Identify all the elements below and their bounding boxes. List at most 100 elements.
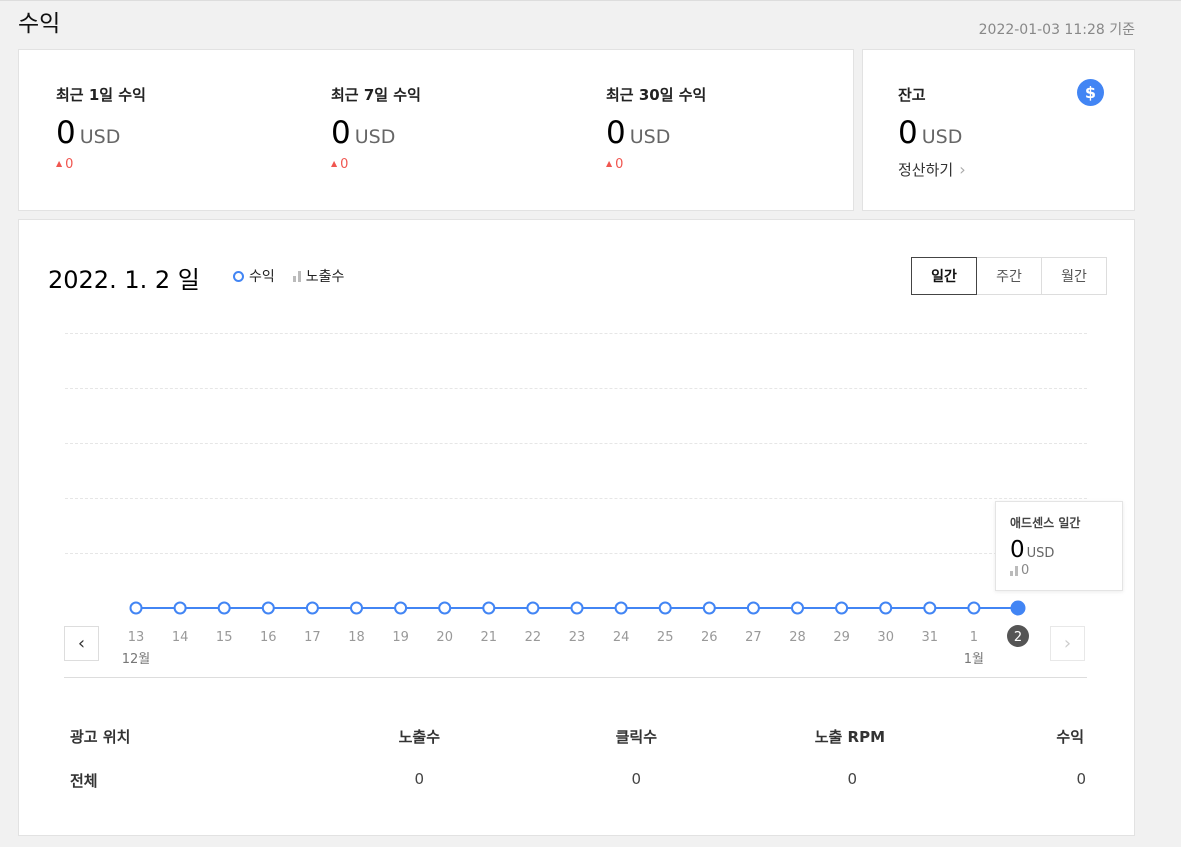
stat-1day: 최근 1일 수익 0 USD ▲ 0 [56, 84, 146, 172]
x-tick-label: 19 [392, 630, 409, 645]
x-tick-label: 23 [569, 630, 586, 645]
col-impressions: 노출수 [398, 728, 440, 746]
data-point[interactable] [261, 601, 275, 615]
data-point[interactable] [791, 601, 804, 615]
data-point[interactable] [570, 601, 584, 615]
col-rpm: 노출 RPM [814, 728, 885, 746]
balance-label: 잔고 [898, 86, 926, 104]
timestamp: 2022-01-03 11:28 기준 [978, 22, 1135, 38]
stat-value: 0 USD [606, 115, 706, 151]
x-tick-label: 15 [216, 630, 233, 645]
revenue-chart-card: 2022. 1. 2 일 수익 노출수 일간 주간 월간 13 14 15 16 17 1… [18, 219, 1135, 836]
row-rpm: 0 [847, 770, 857, 788]
x-tick-label: 14 [172, 630, 189, 645]
data-point[interactable] [835, 601, 849, 615]
stat-unit: USD [79, 126, 121, 148]
page-title: 수익 [18, 11, 61, 37]
row-impressions: 0 [414, 770, 424, 788]
x-tick-label: 13 [128, 630, 145, 645]
x-tick-label: 18 [348, 630, 365, 645]
balance-value: 0 USD [898, 115, 966, 151]
data-point[interactable] [1010, 600, 1026, 616]
tooltip-unit: USD [1026, 546, 1055, 561]
stat-amount: 0 [606, 115, 626, 151]
x-tick-label: 17 [304, 630, 321, 645]
settle-label: 정산하기 [898, 161, 954, 179]
divider [64, 677, 1087, 678]
col-ad-position: 광고 위치 [70, 728, 131, 746]
chevron-left-icon[interactable]: ‹ [64, 626, 99, 661]
x-tick-label: 26 [701, 630, 718, 645]
data-point[interactable] [394, 601, 408, 615]
row-revenue: 0 [1076, 770, 1086, 788]
stat-label: 최근 1일 수익 [56, 86, 146, 104]
up-triangle-icon: ▲ [606, 159, 613, 168]
data-point[interactable] [217, 601, 231, 615]
stat-unit: USD [629, 126, 671, 148]
x-tick-label: 28 [789, 630, 806, 645]
stat-delta: ▲ 0 [56, 157, 146, 172]
data-point[interactable] [482, 601, 496, 615]
delta-value: 0 [340, 157, 349, 172]
balance-card: 잔고 0 USD 정산하기 › $ [862, 49, 1135, 211]
tooltip-amount: 0 [1010, 537, 1025, 563]
balance-amount: 0 [898, 115, 918, 151]
balance-unit: USD [921, 126, 963, 148]
x-tick-label: 2 [1014, 630, 1022, 645]
stat-7day: 최근 7일 수익 0 USD ▲ 0 [331, 84, 421, 172]
x-tick-label: 16 [260, 630, 277, 645]
data-point[interactable] [305, 601, 319, 615]
stat-delta: ▲ 0 [331, 157, 421, 172]
tab-daily[interactable]: 일간 [911, 257, 977, 295]
data-point[interactable] [129, 601, 143, 615]
delta-value: 0 [615, 157, 624, 172]
tooltip-impressions: 0 [1010, 563, 1108, 578]
up-triangle-icon: ▲ [56, 159, 63, 168]
data-point[interactable] [658, 601, 672, 615]
row-clicks: 0 [631, 770, 641, 788]
data-point[interactable] [702, 601, 716, 615]
data-point[interactable] [879, 601, 893, 615]
delta-value: 0 [65, 157, 74, 172]
data-point[interactable] [526, 601, 540, 615]
tooltip-title: 애드센스 일간 [1010, 516, 1081, 530]
balance-stat: 잔고 0 USD 정산하기 › [898, 84, 966, 180]
stat-delta: ▲ 0 [606, 157, 706, 172]
x-tick-label: 22 [525, 630, 542, 645]
stat-value: 0 USD [56, 115, 146, 151]
x-tick-label: 21 [481, 630, 498, 645]
data-point[interactable] [967, 601, 981, 615]
stat-label: 최근 30일 수익 [606, 86, 707, 104]
data-point[interactable] [438, 601, 452, 615]
stat-30day: 최근 30일 수익 0 USD ▲ 0 [606, 84, 706, 172]
x-tick-label: 30 [877, 630, 894, 645]
data-point[interactable] [350, 601, 363, 615]
row-position: 전체 [70, 772, 98, 790]
data-point[interactable] [173, 601, 187, 615]
x-tick-label: 27 [745, 630, 762, 645]
stat-value: 0 USD [331, 115, 421, 151]
x-tick-label: 20 [436, 630, 453, 645]
col-revenue: 수익 [1056, 728, 1084, 746]
stat-amount: 0 [331, 115, 351, 151]
data-point[interactable] [614, 601, 628, 615]
month-label: 12월 [122, 652, 151, 667]
settle-link[interactable]: 정산하기 › [898, 159, 966, 180]
stat-unit: USD [354, 126, 396, 148]
x-tick-label: 24 [613, 630, 630, 645]
x-tick-label: 31 [922, 630, 939, 645]
revenue-summary-card: 최근 1일 수익 0 USD ▲ 0 최근 7일 수익 0 USD ▲ 0 최근 30일… [18, 49, 854, 211]
col-clicks: 클릭수 [615, 728, 657, 746]
dollar-icon: $ [1077, 79, 1104, 106]
tooltip-impressions-value: 0 [1021, 563, 1030, 578]
x-tick-label: 25 [657, 630, 674, 645]
bar-chart-icon [1010, 565, 1018, 576]
x-tick-label: 1 [970, 630, 978, 645]
data-point[interactable] [746, 601, 760, 615]
top-border [0, 0, 1181, 1]
stat-amount: 0 [56, 115, 76, 151]
chevron-right-icon[interactable]: › [1050, 626, 1085, 661]
month-label: 1월 [964, 652, 984, 667]
data-point[interactable] [923, 601, 937, 615]
x-tick-label: 29 [833, 630, 850, 645]
